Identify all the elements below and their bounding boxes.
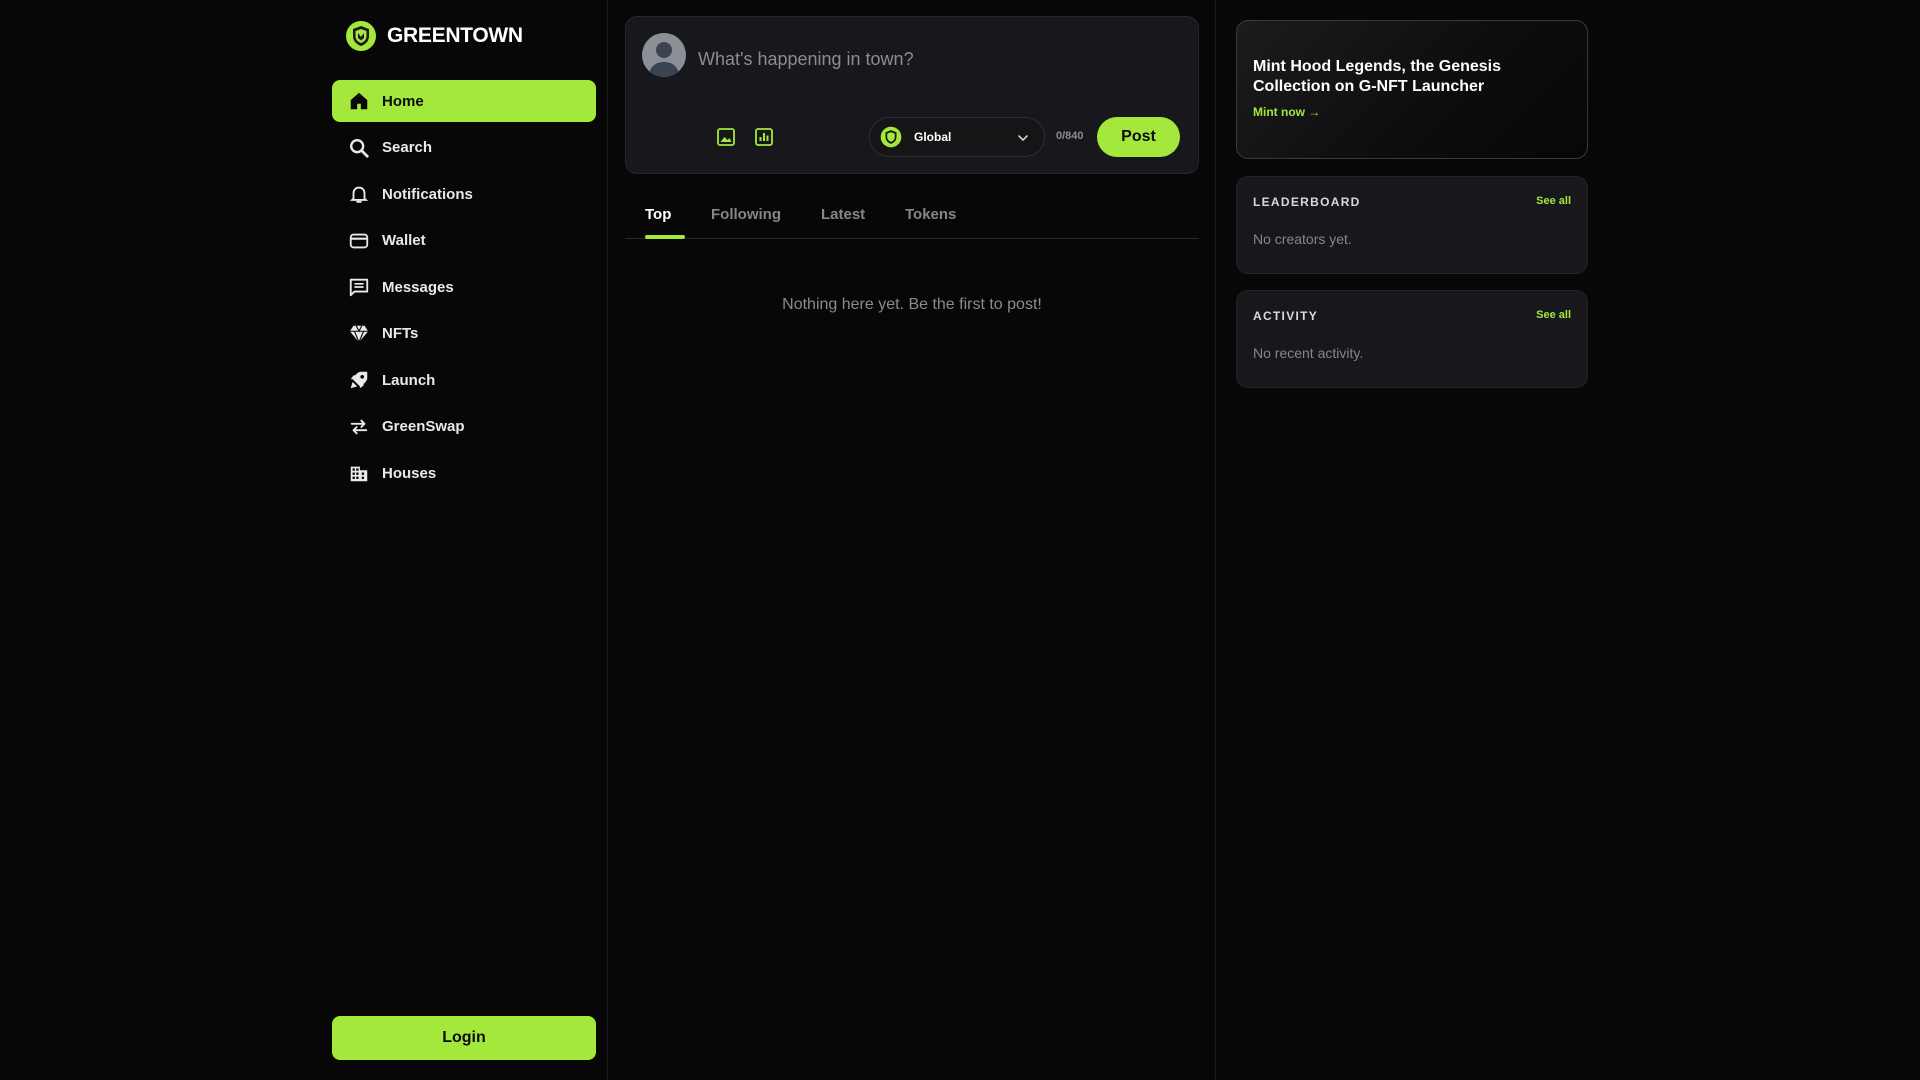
leaderboard-see-all-link[interactable]: See all — [1536, 195, 1571, 209]
feed-empty-state: Nothing here yet. Be the first to post! — [782, 296, 1042, 313]
nav-item-label: Home — [382, 92, 424, 110]
nav-item-label: GreenSwap — [382, 418, 465, 435]
nav-item-greenswap[interactable]: GreenSwap — [332, 406, 596, 448]
leaderboard-empty: No creators yet. — [1253, 231, 1352, 247]
home-icon — [350, 92, 368, 110]
rocket-icon — [350, 371, 368, 389]
nav-item-label: Search — [382, 139, 433, 156]
app-root: GREENTOWN Home Search Notifications Wall… — [0, 0, 1920, 1080]
compose-input[interactable] — [696, 45, 1180, 73]
leaderboard-card: LEADERBOARD See all No creators yet. — [1236, 176, 1588, 274]
nav-item-label: NFTs — [382, 325, 419, 342]
activity-card: ACTIVITY See all No recent activity. — [1236, 290, 1588, 388]
building-icon — [350, 466, 368, 482]
mint-now-link[interactable]: Mint now → — [1253, 105, 1320, 119]
leaderboard-title: LEADERBOARD — [1253, 195, 1361, 209]
nav-item-label: Houses — [382, 464, 437, 482]
promo-banner[interactable]: Mint Hood Legends, the Genesis Collectio… — [1236, 20, 1588, 159]
bell-icon — [349, 186, 369, 203]
poll-chart-icon[interactable] — [753, 126, 775, 148]
nav-item-notifications[interactable]: Notifications — [332, 173, 596, 215]
scope-label: Global — [914, 130, 952, 144]
brand[interactable]: GREENTOWN — [345, 20, 523, 52]
nav-item-launch[interactable]: Launch — [332, 359, 596, 401]
wallet-icon — [349, 233, 369, 248]
sidebar: GREENTOWN Home Search Notifications Wall… — [0, 0, 608, 1080]
greentown-shield-logo-icon — [880, 126, 902, 148]
diamond-icon — [349, 325, 369, 344]
nav-item-messages[interactable]: Messages — [332, 266, 596, 308]
nav-item-label: Launch — [382, 371, 436, 389]
user-placeholder-icon — [648, 42, 680, 77]
login-button[interactable]: Login — [332, 1016, 596, 1060]
tab-following[interactable]: Following — [711, 206, 781, 223]
greentown-shield-logo-icon — [346, 21, 376, 51]
nav-item-nfts[interactable]: NFTs — [332, 313, 596, 355]
audience-scope-select[interactable]: Global — [869, 117, 1045, 157]
nav-item-houses[interactable]: Houses — [332, 452, 596, 494]
tab-top[interactable]: Top — [645, 206, 671, 223]
chevron-down-icon — [1018, 135, 1028, 142]
activity-title: ACTIVITY — [1253, 309, 1319, 323]
active-tab-indicator — [645, 235, 685, 239]
post-button[interactable]: Post — [1097, 117, 1180, 157]
search-icon — [350, 138, 369, 158]
activity-see-all-link[interactable]: See all — [1536, 309, 1571, 323]
post-composer: Global 0/840 Post — [625, 16, 1199, 174]
main-nav: Home Search Notifications Wallet Message… — [332, 80, 596, 499]
nav-item-wallet[interactable]: Wallet — [332, 220, 596, 262]
avatar[interactable] — [642, 33, 686, 77]
swap-arrows-icon — [350, 419, 368, 434]
tab-tokens[interactable]: Tokens — [905, 206, 956, 223]
feed-tabs: Top Following Latest Tokens — [625, 190, 1199, 239]
nav-item-label: Messages — [382, 278, 454, 296]
promo-title: Mint Hood Legends, the Genesis Collectio… — [1253, 58, 1502, 95]
brand-name: GREENTOWN — [387, 24, 523, 47]
image-upload-icon[interactable] — [715, 126, 737, 148]
activity-empty: No recent activity. — [1253, 345, 1364, 361]
character-counter: 0/840 — [1056, 130, 1084, 142]
nav-item-home[interactable]: Home — [332, 80, 596, 122]
message-icon — [349, 278, 369, 297]
nav-item-label: Wallet — [382, 232, 426, 249]
tab-latest[interactable]: Latest — [821, 206, 865, 223]
nav-item-label: Notifications — [382, 185, 473, 203]
feed-column: Global 0/840 Post Top Following Latest T… — [607, 0, 1216, 1080]
nav-item-search[interactable]: Search — [332, 127, 596, 169]
